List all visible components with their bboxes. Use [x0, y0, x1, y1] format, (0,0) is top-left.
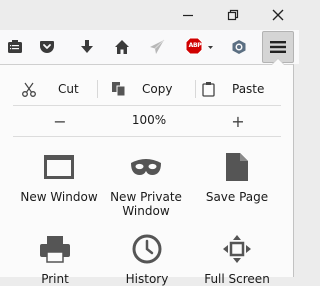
save-page-icon: [226, 153, 248, 181]
edit-controls: Cut Copy Paste: [0, 76, 294, 102]
home-icon: [115, 40, 129, 54]
restore-button[interactable]: [210, 0, 256, 30]
panel-arrow-fill: [272, 59, 284, 65]
cut-label: Cut: [58, 82, 79, 96]
copy-label: Copy: [142, 82, 173, 96]
reading-list-button[interactable]: [0, 30, 30, 64]
copy-button[interactable]: Copy: [98, 76, 195, 102]
zoom-out-button[interactable]: −: [40, 110, 80, 132]
copy-icon: [112, 82, 126, 97]
scissors-icon: [22, 82, 36, 97]
history-label: History: [125, 272, 169, 286]
minimize-button[interactable]: [165, 0, 211, 30]
restore-icon: [227, 9, 239, 21]
save-page-button[interactable]: Save Page: [194, 151, 280, 204]
hamburger-menu-icon: [270, 41, 286, 53]
history-clock-icon: [132, 234, 162, 264]
adblock-plus-badge: ABP: [188, 42, 202, 49]
private-mask-icon: [131, 159, 161, 175]
pocket-icon: [40, 41, 54, 53]
zoom-in-button[interactable]: +: [218, 110, 258, 132]
minimize-icon: [183, 14, 193, 17]
privacy-badger-button[interactable]: [224, 30, 254, 64]
download-icon: [81, 40, 93, 53]
paste-icon: [202, 82, 215, 97]
save-page-label: Save Page: [205, 190, 269, 204]
edit-separator: [195, 80, 196, 98]
downloads-button[interactable]: [72, 30, 102, 64]
send-tab-button[interactable]: [142, 30, 172, 64]
print-button[interactable]: Print: [12, 233, 98, 286]
cut-button[interactable]: Cut: [0, 76, 97, 102]
close-button[interactable]: [255, 0, 301, 30]
zoom-in-icon: +: [231, 111, 245, 131]
pocket-button[interactable]: [32, 30, 62, 64]
edit-separator: [97, 80, 98, 98]
navigation-toolbar: ABP: [0, 30, 299, 64]
adblock-plus-button[interactable]: ABP: [183, 30, 217, 64]
print-label: Print: [41, 272, 69, 286]
paste-button[interactable]: Paste: [196, 76, 294, 102]
send-tab-icon: [150, 39, 165, 54]
full-screen-label: Full Screen: [204, 272, 270, 286]
zoom-reset-button[interactable]: 100%: [127, 113, 171, 127]
new-window-button[interactable]: New Window: [16, 151, 102, 204]
new-window-label: New Window: [20, 190, 98, 204]
reading-list-icon: [8, 40, 22, 53]
paste-label: Paste: [232, 82, 265, 96]
print-icon: [40, 236, 70, 263]
privacy-badger-icon: [232, 40, 246, 54]
full-screen-icon: [223, 235, 251, 263]
new-window-icon: [44, 155, 74, 179]
menu-divider: [13, 105, 281, 106]
menu-divider: [13, 136, 281, 137]
full-screen-button[interactable]: Full Screen: [194, 233, 280, 286]
zoom-out-icon: −: [53, 111, 67, 131]
home-button[interactable]: [107, 30, 137, 64]
new-private-window-button[interactable]: New Private Window: [103, 151, 189, 218]
history-button[interactable]: History: [104, 233, 190, 286]
new-private-window-label: New Private Window: [110, 190, 182, 218]
title-bar: [0, 0, 299, 30]
zoom-controls: − 100% +: [0, 110, 294, 132]
close-icon: [272, 9, 284, 21]
